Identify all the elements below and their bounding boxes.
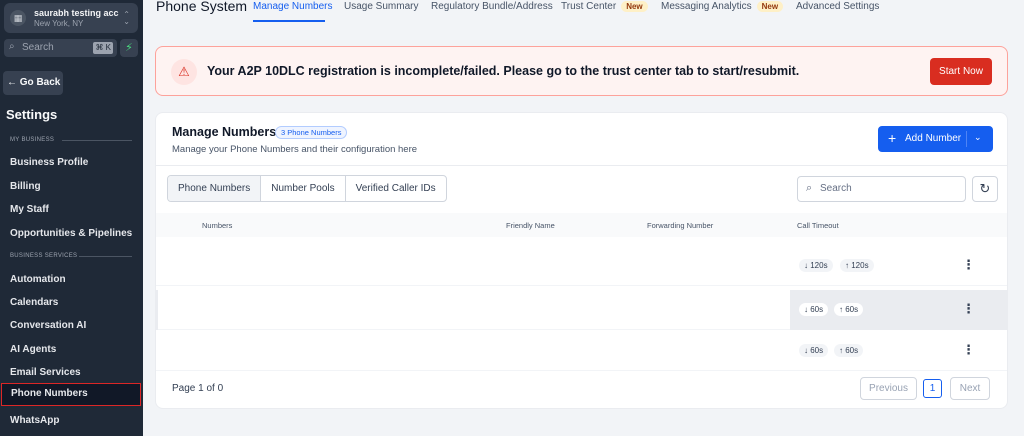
previous-page-button[interactable]: Previous [860,377,917,400]
sidebar: ▦ saurabh testing acc New York, NY ⌃ ⌄ ⌕ … [0,0,143,436]
plus-icon: + [888,130,897,146]
search-icon: ⌕ [806,182,813,194]
inbound-timeout: ↓ 60s [799,303,829,316]
sidebar-item-automation[interactable]: Automation [0,268,143,291]
table-header [156,213,1007,237]
sidebar-item-email-services[interactable]: Email Services [0,361,143,384]
settings-title: Settings [6,107,58,122]
add-number-label: Add Number [905,133,962,144]
outbound-timeout: ↑ 60s [834,344,864,357]
table-row[interactable]: ↓ 60s ↑ 60s ⋮ [156,290,1007,330]
card-title: Manage Numbers [172,125,277,139]
tab-manage-numbers[interactable]: Manage Numbers [253,1,332,12]
card-divider [156,165,1007,166]
go-back-button[interactable]: ← Go Back [3,71,63,95]
column-header-numbers: Numbers [202,221,233,230]
account-location: New York, NY [34,19,84,28]
chevron-up-down-icon: ⌃ ⌄ [123,10,130,26]
segment-phone-numbers[interactable]: Phone Numbers [168,176,262,201]
segment-verified-caller-ids[interactable]: Verified Caller IDs [346,176,446,201]
section-divider [62,140,132,141]
numbers-search-input[interactable]: ⌕ Search [797,176,966,202]
outbound-timeout: ↑ 60s [834,303,864,316]
tab-regulatory-bundle[interactable]: Regulatory Bundle/Address [431,1,553,12]
page-number-button[interactable]: 1 [923,379,942,398]
tab-messaging-analytics-label: Messaging Analytics [661,1,752,12]
new-badge: New [756,1,784,12]
add-number-button[interactable]: + Add Number ⌄ [878,126,993,152]
card-subtitle: Manage your Phone Numbers and their conf… [172,144,418,155]
manage-numbers-card: Manage Numbers 3 Phone Numbers Manage yo… [155,112,1008,409]
sidebar-search-placeholder: Search [22,42,54,53]
tab-advanced-settings[interactable]: Advanced Settings [796,1,879,12]
sidebar-item-calendars[interactable]: Calendars [0,291,143,314]
account-switcher[interactable]: ▦ saurabh testing acc New York, NY ⌃ ⌄ [4,3,138,33]
shortcut-hint: ⌘ K [93,42,113,54]
button-separator [966,131,967,147]
sidebar-search[interactable]: ⌕ Search ⌘ K [4,39,117,57]
new-badge: New [621,1,648,12]
warning-triangle-icon: ⚠ [171,59,197,85]
sidebar-item-ai-agents[interactable]: AI Agents [0,338,143,361]
pagination-status: Page 1 of 0 [172,383,224,394]
more-options-icon[interactable]: ⋮ [962,342,975,358]
sidebar-item-my-staff[interactable]: My Staff [0,198,143,221]
inbound-timeout: ↓ 60s [799,344,829,357]
sidebar-item-conversation-ai[interactable]: Conversation AI [0,314,143,337]
column-header-forwarding-number: Forwarding Number [647,221,714,230]
tab-messaging-analytics[interactable]: Messaging Analytics New [661,1,784,12]
section-label-my-business: MY BUSINESS [10,137,55,143]
active-tab-indicator [253,20,325,22]
table-row[interactable]: ↓ 60s ↑ 60s ⋮ [156,331,1007,371]
account-name: saurabh testing acc [34,8,119,18]
inbound-timeout: ↓ 120s [799,259,833,272]
tab-usage-summary[interactable]: Usage Summary [344,1,418,12]
chevron-down-icon[interactable]: ⌄ [974,132,982,143]
tab-trust-center-label: Trust Center [561,1,617,12]
tab-trust-center[interactable]: Trust Center New [561,1,648,12]
sidebar-item-business-profile[interactable]: Business Profile [0,151,143,174]
top-tabs-bar: Phone System Manage Numbers Usage Summar… [143,0,1024,24]
outbound-timeout: ↑ 120s [840,259,874,272]
more-options-icon[interactable]: ⋮ [962,301,975,317]
quick-action-bolt-icon[interactable]: ⚡ [120,39,138,57]
page-title: Phone System [156,0,248,14]
number-type-segmented-control: Phone Numbers Number Pools Verified Call… [167,175,447,202]
sidebar-item-billing[interactable]: Billing [0,175,143,198]
a2p-alert-banner: ⚠ Your A2P 10DLC registration is incompl… [155,46,1008,96]
sidebar-item-opportunities[interactable]: Opportunities & Pipelines [0,222,143,245]
more-options-icon[interactable]: ⋮ [962,257,975,273]
search-icon: ⌕ [9,41,15,52]
section-divider [79,256,132,257]
segment-number-pools[interactable]: Number Pools [261,176,346,201]
phone-count-badge: 3 Phone Numbers [275,126,348,139]
sidebar-item-whatsapp[interactable]: WhatsApp [0,409,143,432]
numbers-search-placeholder: Search [820,183,852,194]
building-icon: ▦ [10,10,26,26]
row-marker [156,290,158,330]
start-now-button[interactable]: Start Now [930,58,992,85]
table-row[interactable]: ↓ 120s ↑ 120s ⋮ [156,246,1007,286]
sidebar-item-phone-numbers[interactable]: Phone Numbers [1,383,141,406]
refresh-icon[interactable]: ↻ [972,176,998,202]
column-header-friendly-name: Friendly Name [506,221,555,230]
column-header-call-timeout: Call Timeout [797,221,839,230]
section-label-business-services: BUSINESS SERVICES [10,253,78,259]
alert-message: Your A2P 10DLC registration is incomplet… [207,64,800,78]
next-page-button[interactable]: Next [950,377,990,400]
